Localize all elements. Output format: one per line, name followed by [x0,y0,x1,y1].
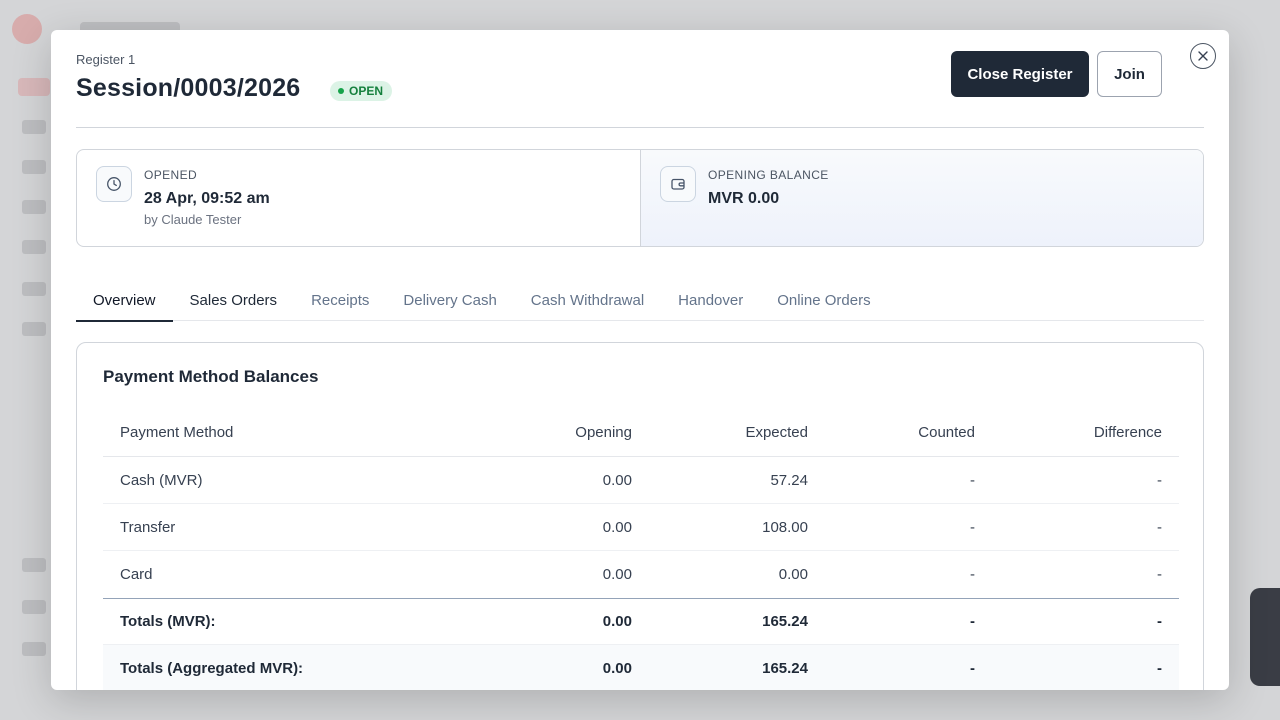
background-nav-item [22,200,46,214]
background-nav-item [22,160,46,174]
tab-online-orders[interactable]: Online Orders [760,280,887,321]
counted-cell: - [970,471,975,489]
opening-balance-panel: OPENING BALANCE MVR 0.00 [641,150,1203,246]
difference-cell: - [1157,518,1162,536]
payment-method-cell: Cash (MVR) [120,471,203,489]
difference-total: - [1157,613,1162,630]
expected-cell: 57.24 [770,471,808,489]
tab-handover[interactable]: Handover [661,280,760,321]
opening-total: 0.00 [602,613,632,630]
aggregated-counted-total: - [970,660,975,677]
close-modal-button[interactable] [1190,43,1216,69]
background-nav-item [22,282,46,296]
difference-cell: - [1157,566,1162,583]
status-label: OPEN [349,84,384,98]
background-nav-active [18,78,50,96]
column-header: Opening [575,424,632,441]
aggregated-opening-total: 0.00 [602,660,632,677]
background-nav-item [22,600,46,614]
session-info-card: OPENED 28 Apr, 09:52 am by Claude Tester… [76,149,1204,247]
tab-receipts[interactable]: Receipts [294,280,386,321]
opening-cell: 0.00 [602,471,632,489]
balances-table: Payment Method Opening Expected Counted … [103,409,1179,690]
background-card [1250,588,1280,686]
opened-value: 28 Apr, 09:52 am [144,190,270,207]
balances-title: Payment Method Balances [103,367,319,386]
column-header: Counted [918,424,975,441]
table-row: Card 0.00 0.00 - - [103,551,1179,598]
payment-method-cell: Card [120,566,153,583]
opened-label: OPENED [144,168,198,182]
background-logo [12,14,42,44]
clock-icon [96,166,132,202]
opening-balance-value: MVR 0.00 [708,190,780,207]
totals-row: Totals (MVR): 0.00 165.24 - - [103,598,1179,645]
aggregated-totals-row: Totals (Aggregated MVR): 0.00 165.24 - - [103,645,1179,690]
close-register-button[interactable]: Close Register [951,51,1089,97]
session-tabs: Overview Sales Orders Receipts Delivery … [76,280,1204,322]
background-nav-item [22,642,46,656]
register-session-modal: Register 1 Session/0003/2026 OPEN Close … [51,30,1229,690]
aggregated-difference-total: - [1157,660,1162,677]
payment-method-balances-card: Payment Method Balances Payment Method O… [76,342,1204,690]
background-nav-item [22,558,46,572]
background-nav-item [22,240,46,254]
aggregated-expected-total: 165.24 [762,660,808,677]
table-row: Cash (MVR) 0.00 57.24 - - [103,457,1179,504]
status-dot-icon [338,88,344,94]
totals-label: Totals (MVR): [120,613,216,630]
table-header-row: Payment Method Opening Expected Counted … [103,409,1179,457]
expected-total: 165.24 [762,613,808,630]
status-badge: OPEN [330,81,393,101]
session-title: Session/0003/2026 [76,74,301,102]
expected-cell: 108.00 [762,518,808,536]
aggregated-totals-label: Totals (Aggregated MVR): [120,660,304,677]
tab-delivery-cash[interactable]: Delivery Cash [386,280,513,321]
column-header: Expected [745,424,808,441]
opening-cell: 0.00 [602,518,632,536]
counted-cell: - [970,518,975,536]
counted-total: - [970,613,975,630]
register-label: Register 1 [76,52,136,67]
header-divider [76,127,1204,128]
wallet-icon [660,166,696,202]
tab-overview[interactable]: Overview [76,280,173,322]
column-header: Difference [1093,424,1162,441]
tab-cash-withdrawal[interactable]: Cash Withdrawal [514,280,661,321]
tab-sales-orders[interactable]: Sales Orders [173,280,295,321]
opening-balance-label: OPENING BALANCE [708,168,829,182]
payment-method-cell: Transfer [120,518,176,536]
background-nav-item [22,322,46,336]
table-row: Transfer 0.00 108.00 - - [103,504,1179,551]
counted-cell: - [970,566,975,583]
join-button[interactable]: Join [1097,51,1162,97]
close-icon [1198,51,1208,61]
background-nav-item [22,120,46,134]
opened-panel: OPENED 28 Apr, 09:52 am by Claude Tester [77,150,641,246]
opened-by: by Claude Tester [144,212,242,227]
opening-cell: 0.00 [602,566,632,583]
difference-cell: - [1157,471,1162,489]
column-header: Payment Method [120,424,234,441]
expected-cell: 0.00 [778,566,808,583]
